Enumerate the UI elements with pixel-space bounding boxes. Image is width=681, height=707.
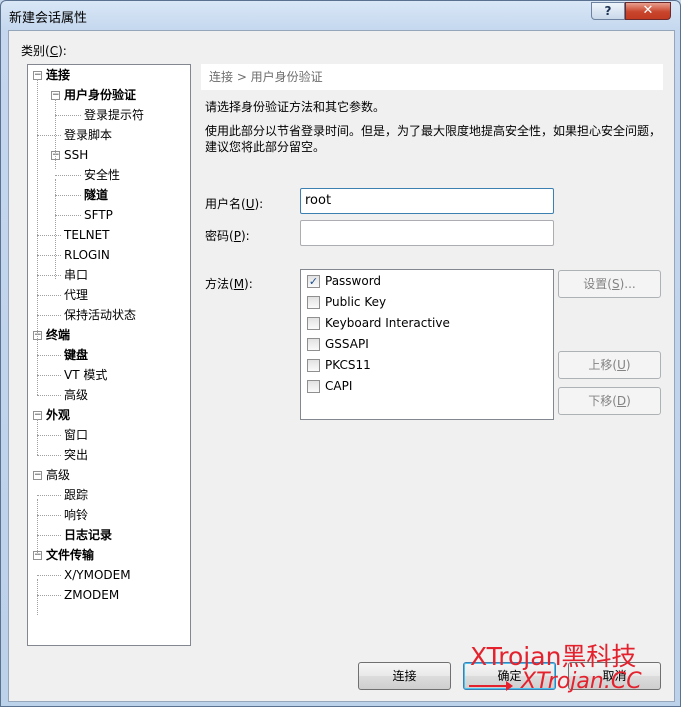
tree-connector <box>37 495 61 496</box>
tree-connector <box>55 115 81 116</box>
dialog-window: 新建会话属性 ? ✕ 类别(C): 连接 − 用户身份验证 − 登录提示符 登录脚本 SSH… <box>0 0 681 707</box>
tree-connector <box>37 515 61 516</box>
tree-connector <box>37 395 61 396</box>
checkbox-icon[interactable] <box>307 359 320 372</box>
tree-item[interactable]: SSH <box>64 146 88 164</box>
move-up-button[interactable]: 上移(U) <box>558 351 661 379</box>
tree-connector <box>55 215 81 216</box>
description-line-1: 使用此部分以节省登录时间。但是，为了最大限度地提高安全性，如果担心安全问题， <box>205 124 662 138</box>
checkbox-icon[interactable] <box>307 317 320 330</box>
tree-item[interactable]: 隧道 <box>84 186 108 204</box>
tree-connector <box>37 595 61 596</box>
checkbox-checked-icon[interactable]: ✓ <box>307 275 320 288</box>
tree-item[interactable]: 保持活动状态 <box>64 306 136 324</box>
tree-item[interactable]: 用户身份验证 <box>64 86 136 104</box>
tree-item[interactable]: 连接 <box>46 66 70 84</box>
tree-item[interactable]: 响铃 <box>64 506 88 524</box>
tree-connector <box>37 135 61 136</box>
tree-item[interactable]: SFTP <box>84 206 113 224</box>
method-label: 方法(M): <box>205 277 253 291</box>
method-label: Public Key <box>325 295 387 309</box>
checkbox-icon[interactable] <box>307 338 320 351</box>
tree-item[interactable]: 外观 <box>46 406 70 424</box>
tree-connector <box>37 315 61 316</box>
method-label: Password <box>325 274 382 288</box>
checkbox-icon[interactable] <box>307 296 320 309</box>
method-label: PKCS11 <box>325 358 371 372</box>
method-label: Keyboard Interactive <box>325 316 450 330</box>
username-label: 用户名(U): <box>205 197 264 211</box>
connect-button[interactable]: 连接 <box>358 662 451 690</box>
tree-connector <box>37 435 61 436</box>
description-line-2: 建议您将此部分留空。 <box>205 140 326 154</box>
collapse-icon[interactable]: − <box>33 471 42 480</box>
password-label: 密码(P): <box>205 229 250 243</box>
tree-item[interactable]: 文件传输 <box>46 546 94 564</box>
tree-item[interactable]: 代理 <box>64 286 88 304</box>
method-label: CAPI <box>325 379 353 393</box>
tree-item[interactable]: ZMODEM <box>64 586 119 604</box>
settings-button[interactable]: 设置(S)... <box>558 270 661 298</box>
tree-item[interactable]: 键盘 <box>64 346 88 364</box>
tree-item[interactable]: 高级 <box>64 386 88 404</box>
close-button[interactable]: ✕ <box>625 2 671 20</box>
password-input[interactable] <box>300 220 554 246</box>
tree-guide-line <box>37 419 38 455</box>
title-bar[interactable]: 新建会话属性 ? ✕ <box>1 1 680 31</box>
tree-connector <box>55 175 81 176</box>
tree-item[interactable]: 跟踪 <box>64 486 88 504</box>
tree-connector <box>37 295 61 296</box>
checkbox-icon[interactable] <box>307 380 320 393</box>
tree-connector <box>37 375 61 376</box>
tree-connector <box>37 575 61 576</box>
watermark-line-1: XTrojan黑科技 <box>470 642 637 671</box>
move-down-button[interactable]: 下移(D) <box>558 387 661 415</box>
tree-guide-line <box>37 499 38 555</box>
category-label: 类别(C): <box>21 44 67 58</box>
tree-item[interactable]: 登录提示符 <box>84 106 144 124</box>
tree-connector <box>37 535 61 536</box>
tree-item[interactable]: 终端 <box>46 326 70 344</box>
tree-item[interactable]: 安全性 <box>84 166 120 184</box>
tree-item[interactable]: VT 模式 <box>64 366 107 384</box>
tree-item[interactable]: 登录脚本 <box>64 126 112 144</box>
tree-connector <box>37 355 61 356</box>
tree-item[interactable]: 窗口 <box>64 426 88 444</box>
tree-item[interactable]: 高级 <box>46 466 70 484</box>
tree-item[interactable]: RLOGIN <box>64 246 110 264</box>
tree-guide-line <box>37 339 38 395</box>
tree-item[interactable]: 日志记录 <box>64 526 112 544</box>
tree-connector <box>37 255 61 256</box>
window-title: 新建会话属性 <box>9 11 88 26</box>
tree-guide-line <box>55 179 56 279</box>
method-label: GSSAPI <box>325 337 369 351</box>
watermark-arrow-icon <box>469 681 513 691</box>
dialog-client-area: 类别(C): 连接 − 用户身份验证 − 登录提示符 登录脚本 SSH − 安全性 隧道 SFTP T… <box>8 30 675 702</box>
method-list[interactable]: ✓ Password Public Key Keyboard Interactive G… <box>300 269 554 420</box>
tree-item[interactable]: TELNET <box>64 226 110 244</box>
category-tree[interactable]: 连接 − 用户身份验证 − 登录提示符 登录脚本 SSH − 安全性 隧道 SFTP TELNET RL… <box>27 64 191 646</box>
breadcrumb: 连接 > 用户身份验证 <box>201 64 663 90</box>
username-input[interactable]: root <box>300 188 554 214</box>
tree-guide-line <box>55 99 56 169</box>
tree-connector <box>37 235 61 236</box>
tree-item[interactable]: 串口 <box>64 266 88 284</box>
tree-connector <box>37 275 61 276</box>
tree-item[interactable]: 突出 <box>64 446 88 464</box>
tree-connector <box>37 455 61 456</box>
tree-item[interactable]: X/YMODEM <box>64 566 131 584</box>
intro-text: 请选择身份验证方法和其它参数。 <box>205 100 386 114</box>
tree-connector <box>55 195 81 196</box>
watermark-line-2: XTrojan.CC <box>521 669 642 694</box>
tree-guide-line <box>37 579 38 615</box>
help-button[interactable]: ? <box>591 2 625 20</box>
